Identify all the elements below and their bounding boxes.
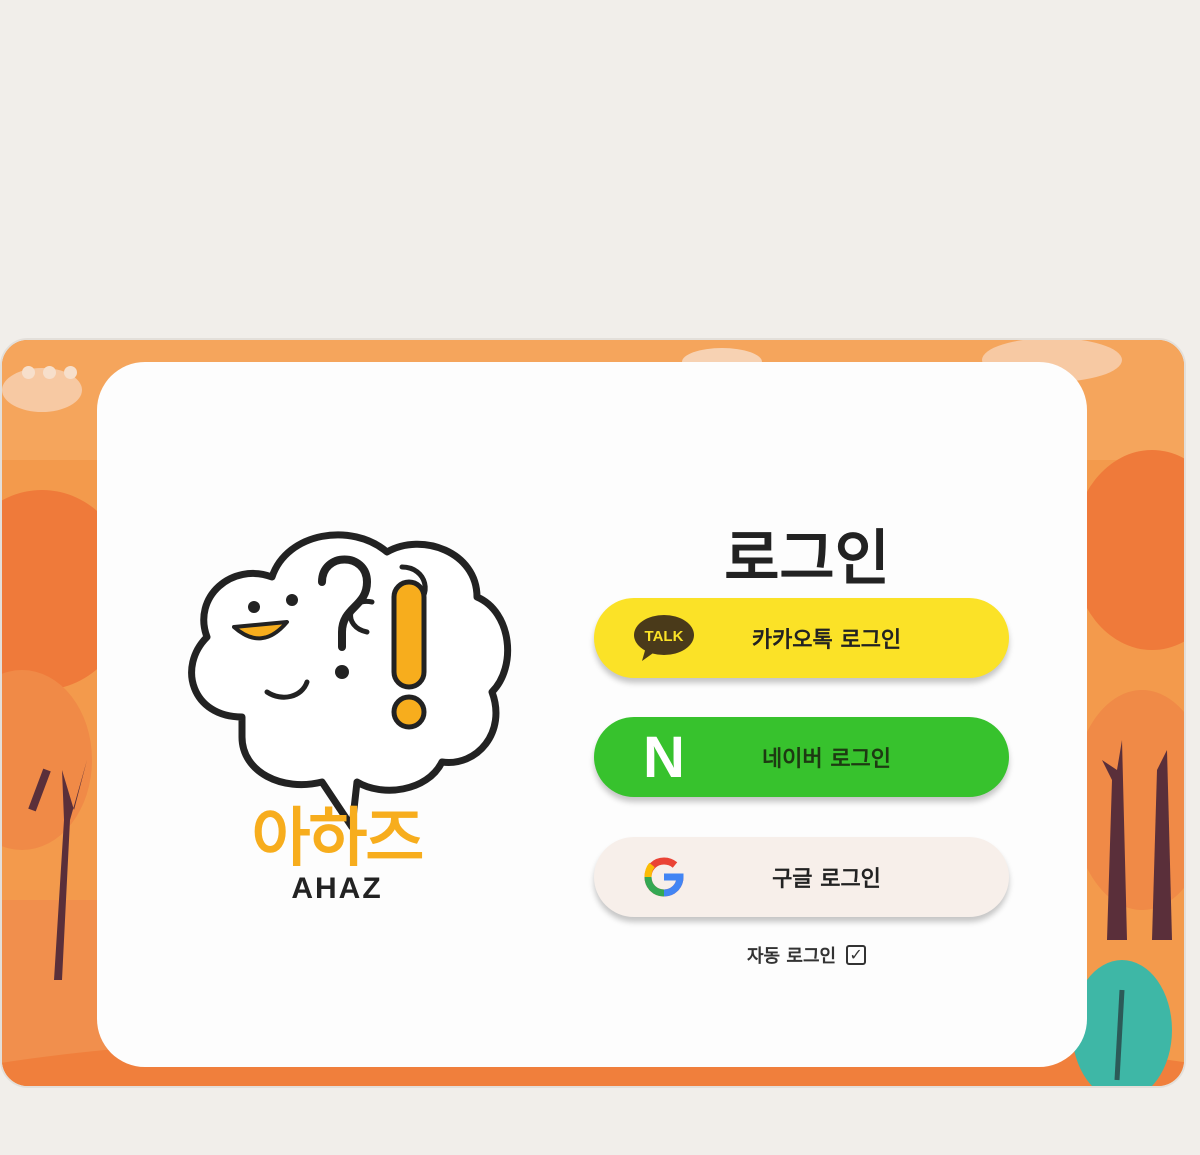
window-controls — [22, 366, 77, 379]
naver-login-button[interactable]: N 네이버 로그인 — [594, 717, 1009, 797]
auto-login-label: 자동 로그인 — [747, 946, 837, 967]
google-login-label: 구글 로그인 — [772, 867, 881, 892]
auto-login-row: 자동 로그인 ✓ — [747, 942, 867, 968]
kakao-talk-icon: TALK — [624, 598, 704, 678]
google-g-icon — [624, 837, 704, 917]
google-login-button[interactable]: 구글 로그인 — [594, 837, 1009, 917]
brand-name-korean: 아하즈 — [251, 802, 425, 876]
kakao-login-label: 카카오톡 로그인 — [751, 628, 902, 653]
auto-login-checkbox[interactable]: ✓ — [846, 945, 867, 965]
brand-name-english: AHAZ — [291, 872, 383, 905]
window-dot[interactable] — [64, 366, 77, 379]
naver-login-label: 네이버 로그인 — [761, 747, 892, 772]
naver-n-icon: N — [624, 717, 704, 797]
checkmark-icon: ✓ — [849, 945, 863, 964]
window-dot[interactable] — [22, 366, 35, 379]
kakao-login-button[interactable]: TALK 카카오톡 로그인 — [594, 598, 1009, 678]
app-window: 아하즈 AHAZ 로그인 TALK 카카오톡 로그인 N 네이버 로그인 구글 … — [0, 338, 1186, 1088]
window-dot[interactable] — [43, 366, 56, 379]
login-title: 로그인 — [724, 524, 890, 594]
kakao-icon-text: TALK — [645, 628, 684, 645]
naver-icon-text: N — [643, 724, 685, 790]
login-card: 아하즈 AHAZ 로그인 TALK 카카오톡 로그인 N 네이버 로그인 구글 … — [97, 362, 1087, 1067]
